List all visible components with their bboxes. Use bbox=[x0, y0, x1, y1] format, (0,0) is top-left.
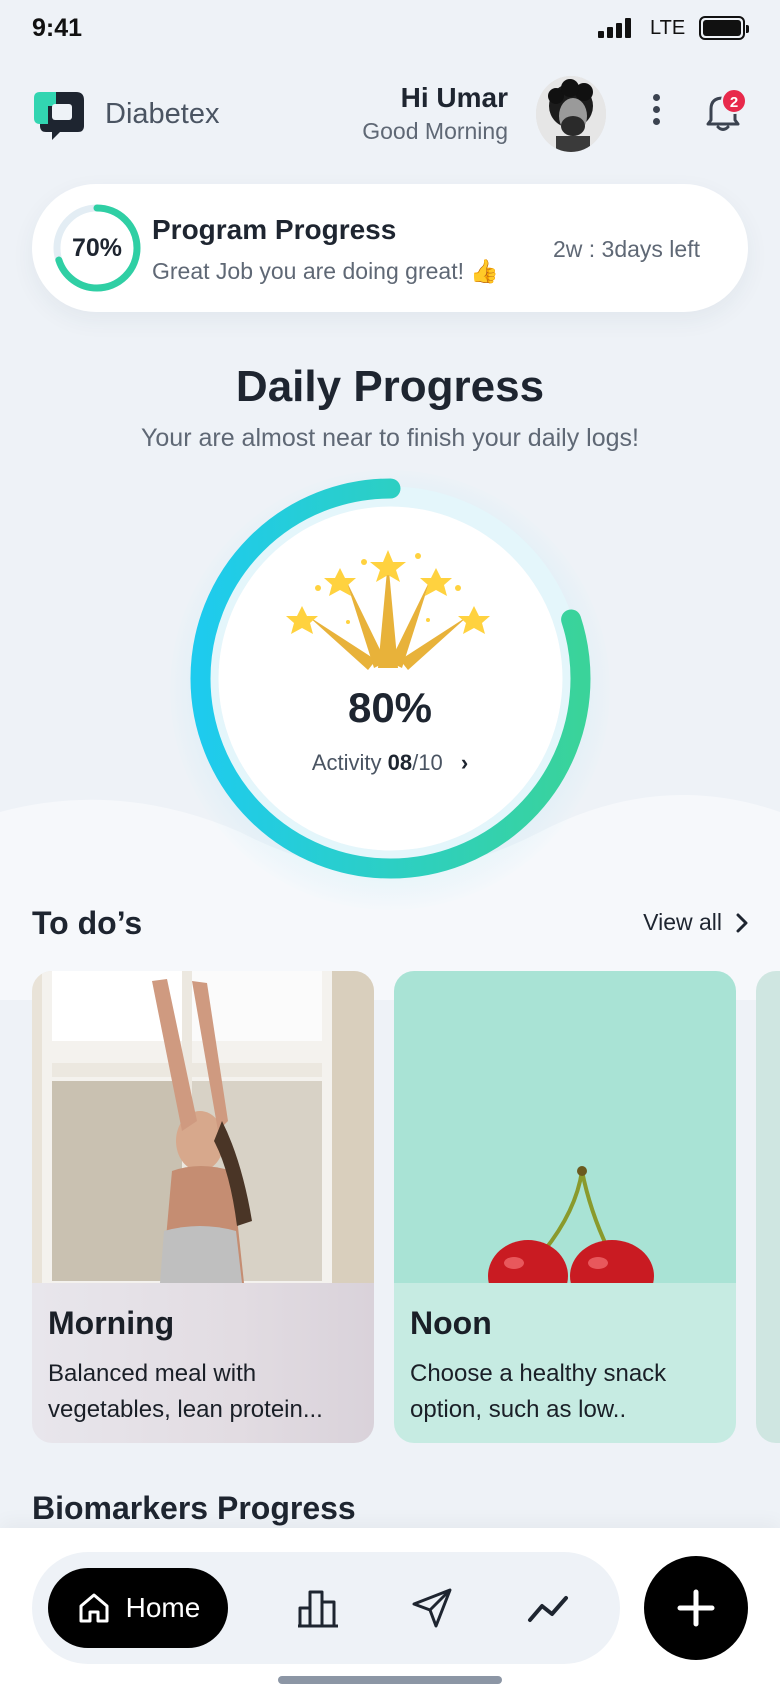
trend-icon[interactable] bbox=[526, 1586, 570, 1630]
notification-badge: 2 bbox=[721, 88, 747, 114]
program-title: Program Progress bbox=[152, 214, 397, 245]
todo-card-title: Noon bbox=[410, 1305, 492, 1341]
bottom-navigation: Home bbox=[0, 1528, 780, 1688]
daily-progress-title: Daily Progress bbox=[235, 362, 545, 411]
chevron-right-icon: › bbox=[460, 750, 469, 775]
battery-icon bbox=[699, 16, 749, 40]
logo-icon bbox=[34, 92, 84, 140]
todo-card-partial[interactable] bbox=[756, 971, 780, 1443]
activity-done: 08 bbox=[387, 750, 413, 775]
todo-card-title: Morning bbox=[48, 1305, 175, 1341]
add-button[interactable] bbox=[644, 1556, 748, 1660]
nav-home-label: Home bbox=[125, 1592, 201, 1623]
cherries-image bbox=[394, 971, 736, 1283]
avatar-image bbox=[536, 76, 606, 152]
todo-card-text-line: option, such as low.. bbox=[410, 1396, 627, 1423]
todo-card-text: Choose a healthy snack option, such as l… bbox=[410, 1356, 720, 1428]
greeting-name: Hi Umar bbox=[400, 82, 508, 113]
app-screen: 9:41 LTE Diabetex Hi Umar Good Morning 2… bbox=[0, 0, 780, 1688]
program-time-left: 2w : 3days left bbox=[552, 236, 700, 262]
view-all-button[interactable]: View all bbox=[643, 909, 748, 936]
program-progress-card[interactable]: 70% Program Progress Great Job you are d… bbox=[32, 184, 748, 312]
todo-card-body: Noon Choose a healthy snack option, such… bbox=[394, 1283, 736, 1443]
todo-title: To do’s bbox=[32, 905, 143, 941]
daily-progress-subtitle: Your are almost near to finish your dail… bbox=[141, 424, 639, 452]
todo-card-text-line: Choose a healthy snack bbox=[410, 1360, 667, 1387]
todo-card-text: Balanced meal with vegetables, lean prot… bbox=[48, 1356, 358, 1428]
app-header: Diabetex Hi Umar Good Morning bbox=[0, 70, 780, 160]
activity-link[interactable]: Activity 08/10 › bbox=[0, 750, 780, 776]
greeting-subtitle: Good Morning bbox=[362, 118, 508, 144]
todo-card-text-line: vegetables, lean protein... bbox=[48, 1396, 323, 1423]
todo-card-morning[interactable]: Morning Balanced meal with vegetables, l… bbox=[32, 971, 374, 1443]
biomarkers-title: Biomarkers Progress bbox=[32, 1490, 356, 1526]
network-label: LTE bbox=[650, 17, 686, 39]
todo-card-noon[interactable]: Noon Choose a healthy snack option, such… bbox=[394, 971, 736, 1443]
todo-card-body: Morning Balanced meal with vegetables, l… bbox=[32, 1283, 374, 1443]
program-percent: 70% bbox=[71, 234, 123, 262]
program-subtitle: Great Job you are doing great! 👍 bbox=[152, 258, 499, 284]
chevron-right-icon bbox=[736, 913, 748, 932]
send-icon[interactable] bbox=[410, 1586, 454, 1630]
home-indicator bbox=[278, 1676, 502, 1684]
todo-card-text-line: Balanced meal with bbox=[48, 1360, 257, 1387]
plus-icon bbox=[677, 1589, 715, 1627]
avatar[interactable] bbox=[536, 76, 606, 152]
celebration-stars-icon bbox=[286, 550, 490, 670]
activity-label: Activity bbox=[311, 750, 382, 775]
home-icon bbox=[79, 1593, 109, 1623]
signal-icon bbox=[598, 18, 636, 38]
more-menu-icon[interactable] bbox=[650, 94, 662, 130]
nav-pill: Home bbox=[32, 1552, 620, 1664]
daily-progress-percent: 80% bbox=[347, 684, 433, 731]
nav-home-button[interactable]: Home bbox=[48, 1568, 228, 1648]
activity-total: /10 bbox=[412, 750, 443, 775]
brand-name: Diabetex bbox=[105, 98, 220, 130]
greeting: Hi Umar Good Morning bbox=[362, 82, 508, 145]
morning-stretch-image bbox=[32, 971, 374, 1283]
stats-icon[interactable] bbox=[296, 1586, 340, 1630]
status-time: 9:41 bbox=[32, 14, 83, 42]
view-all-label: View all bbox=[643, 909, 722, 935]
todo-section-header: To do’s View all bbox=[32, 905, 748, 945]
status-bar: 9:41 LTE bbox=[0, 0, 780, 60]
